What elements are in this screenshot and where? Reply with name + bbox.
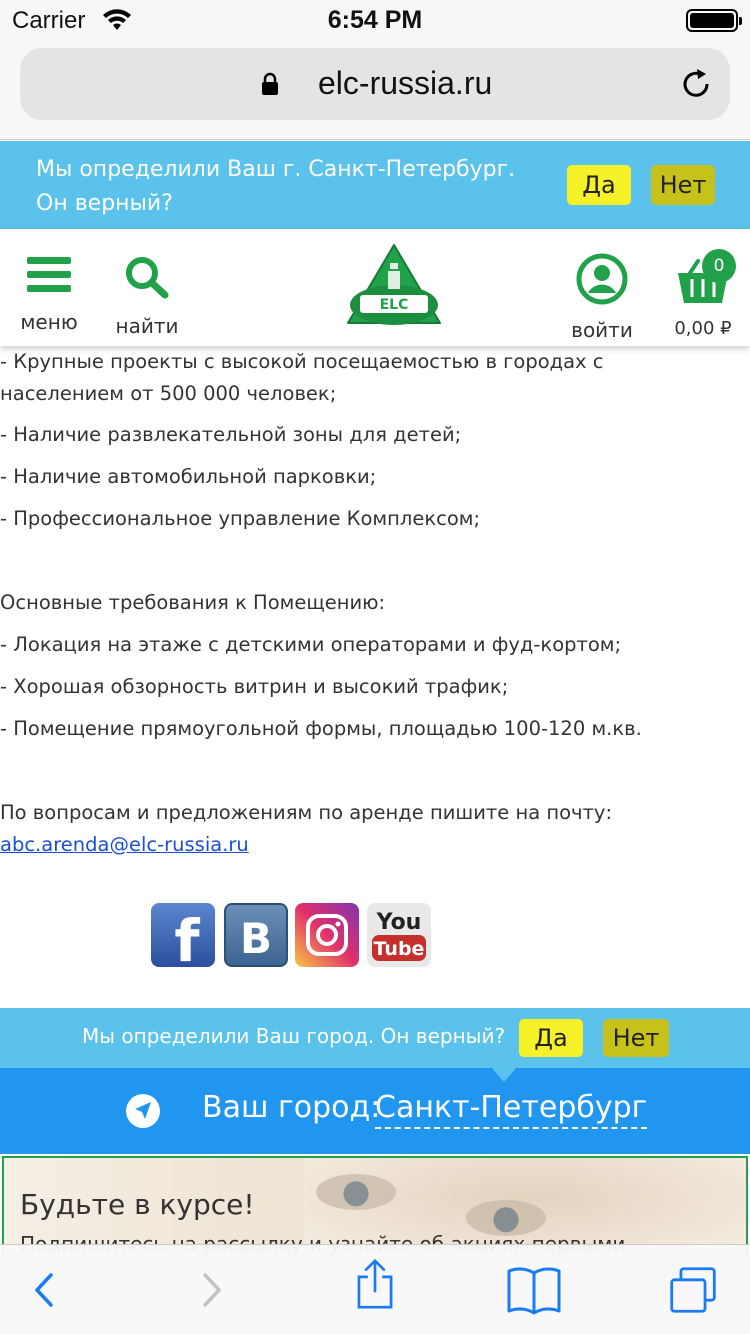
menu-button[interactable]: меню — [18, 257, 80, 334]
city-prompt-message: Мы определили Ваш город. Он верный? — [82, 1024, 506, 1048]
clock: 6:54 PM — [327, 6, 423, 34]
cart-count-badge: 0 — [702, 249, 736, 283]
city-detection-message: Мы определили Ваш г. Санкт-Петербург. Он… — [36, 157, 516, 216]
content-line: - Помещение прямоугольной формы, площадь… — [0, 717, 642, 740]
lock-icon — [262, 72, 278, 95]
search-label: найти — [115, 314, 179, 338]
tabs-icon[interactable] — [666, 1265, 720, 1315]
contact-paragraph: По вопросам и предложениям по аренде пиш… — [0, 797, 740, 861]
content-line: - Локация на этаже с детскими операторам… — [0, 633, 622, 656]
svg-text:You: You — [376, 910, 422, 935]
city-prompt-yes-button[interactable]: Да — [519, 1019, 583, 1057]
contact-text: По вопросам и предложениям по аренде пиш… — [0, 801, 613, 824]
instagram-icon — [306, 914, 348, 956]
menu-label: меню — [20, 310, 78, 334]
status-bar: Carrier 6:54 PM — [0, 0, 750, 40]
city-confirm-yes-button[interactable]: Да — [567, 165, 631, 205]
facebook-button[interactable]: f — [151, 903, 215, 975]
reload-icon[interactable] — [678, 66, 714, 102]
city-selector-label: Ваш город: — [202, 1090, 381, 1125]
content-line: - Наличие автомобильной парковки; — [0, 465, 377, 488]
site-header: меню найти ELC войти 0 0,00 ₽ — [0, 229, 750, 346]
svg-text:Tube: Tube — [374, 938, 425, 960]
content-line: - Хорошая обзорность витрин и высокий тр… — [0, 675, 509, 698]
vk-icon: B — [240, 914, 272, 963]
vk-button[interactable]: B — [224, 903, 288, 967]
browser-address-area: elc-russia.ru — [0, 40, 750, 140]
content-line: - Крупные проекты с высокой посещаемость… — [0, 350, 604, 405]
login-button[interactable]: войти — [566, 253, 638, 342]
content-line: - Профессиональное управление Комплексом… — [0, 507, 481, 530]
url-text: elc-russia.ru — [318, 65, 493, 101]
content-line: - Наличие развлекательной зоны для детей… — [0, 423, 462, 446]
svg-text:ELC: ELC — [380, 297, 409, 313]
email-link[interactable]: abc.arenda@elc-russia.ru — [0, 833, 249, 856]
instagram-button[interactable] — [295, 903, 359, 967]
search-icon — [126, 257, 169, 299]
battery-icon — [686, 9, 742, 32]
newsletter-title: Будьте в курсе! — [20, 1188, 255, 1221]
eye-shape — [316, 1174, 396, 1210]
city-confirm-no-button[interactable]: Нет — [651, 165, 715, 205]
search-button[interactable]: найти — [112, 255, 182, 338]
city-prompt-bar: Мы определили Ваш город. Он верный? Да Н… — [0, 1008, 750, 1082]
cart-total: 0,00 ₽ — [674, 318, 732, 339]
city-selector[interactable]: Ваш город: Санкт-Петербург — [0, 1068, 750, 1154]
eye-shape — [466, 1200, 546, 1236]
bookmarks-icon[interactable] — [506, 1265, 562, 1315]
elc-logo[interactable]: ELC — [346, 243, 442, 329]
city-detection-banner: Мы определили Ваш г. Санкт-Петербург. Он… — [0, 141, 750, 229]
svg-text:B: B — [240, 914, 272, 963]
svg-text:f: f — [174, 907, 200, 967]
browser-toolbar — [0, 1244, 750, 1334]
facebook-icon: f — [174, 907, 200, 975]
city-prompt-no-button[interactable]: Нет — [603, 1019, 669, 1057]
address-bar[interactable]: elc-russia.ru — [20, 48, 730, 120]
share-icon[interactable] — [350, 1259, 400, 1309]
login-label: войти — [571, 318, 633, 342]
location-arrow-icon — [126, 1094, 160, 1128]
cart-button[interactable]: 0 0,00 ₽ — [668, 249, 738, 339]
back-icon[interactable] — [20, 1265, 70, 1315]
requirements-heading: Основные требования к Помещению: — [0, 591, 386, 614]
youtube-icon: You Tube — [372, 910, 426, 961]
forward-icon — [203, 1273, 221, 1307]
newsletter-block: Будьте в курсе! Подпишитесь на рассылку … — [2, 1156, 748, 1256]
youtube-button[interactable]: You Tube — [367, 903, 431, 967]
user-icon — [576, 253, 628, 305]
selected-city-link[interactable]: Санкт-Петербург — [375, 1090, 648, 1129]
prompt-pointer — [492, 1068, 516, 1082]
hamburger-icon — [27, 257, 71, 292]
